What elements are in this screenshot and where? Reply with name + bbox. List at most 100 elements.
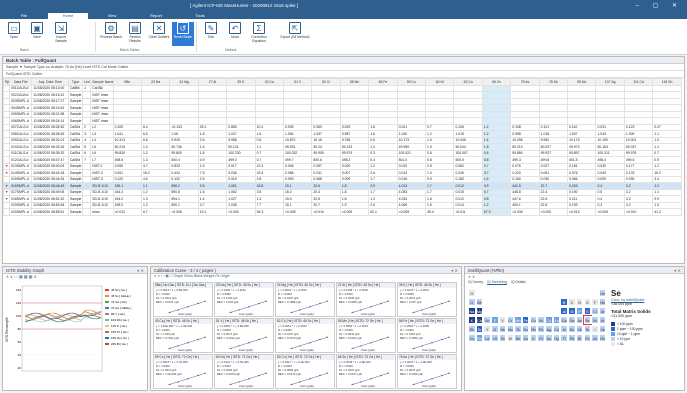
element-cell-ar[interactable]: Ar <box>598 307 607 315</box>
element-cell-sn[interactable]: Sn <box>568 325 576 333</box>
element-cell-at[interactable]: At <box>591 334 599 342</box>
element-cell-ir[interactable]: Ir <box>529 334 538 342</box>
element-cell-la[interactable]: La <box>483 334 491 342</box>
element-cell-p[interactable]: P <box>575 307 584 315</box>
element-cell-he[interactable]: He <box>598 289 607 297</box>
element-cell-hf[interactable]: Hf <box>491 334 499 342</box>
element-cell-na[interactable]: Na <box>468 307 476 315</box>
calibration-curve[interactable]: 59 Co [ He ] ISTD: 72 Ge [ He ] y = 0.051… <box>153 354 213 389</box>
element-cell-ni[interactable]: Ni <box>537 316 545 324</box>
element-cell-al[interactable]: Al <box>560 307 568 315</box>
window-controls[interactable]: – ▢ ✕ <box>636 2 683 9</box>
element-cell-c[interactable]: C <box>568 298 576 306</box>
calibration-curve[interactable]: 75 As [ He ] ISTD: 72 Ge [ He ] y = 0.004… <box>397 354 457 389</box>
element-cell-zr[interactable]: Zr <box>491 325 499 333</box>
element-cell-os[interactable]: Os <box>521 334 530 342</box>
element-cell-ba[interactable]: Ba <box>475 334 484 342</box>
element-cell-pd[interactable]: Pd <box>537 325 545 333</box>
element-cell-mo[interactable]: Mo <box>506 325 515 333</box>
element-cell-ru[interactable]: Ru <box>521 325 530 333</box>
element-cell-hg[interactable]: Hg <box>552 334 561 342</box>
element-cell-nb[interactable]: Nb <box>498 325 507 333</box>
element-cell-te[interactable]: Te <box>583 325 592 333</box>
save-button[interactable]: ▣ Save <box>26 22 48 46</box>
element-cell-cu[interactable]: Cu <box>545 316 553 324</box>
iq-tab-iq-details[interactable]: IQ Details <box>511 280 526 284</box>
calibration-curve[interactable]: 9Be [ No Gas ] ISTD: 6 Li [ No Gas ] y = … <box>153 282 213 317</box>
element-cell-bi[interactable]: Bi <box>575 334 584 342</box>
element-cell-i[interactable]: I <box>591 325 599 333</box>
element-cell-be[interactable]: Be <box>475 298 484 306</box>
element-cell-mn[interactable]: Mn <box>514 316 522 324</box>
element-cell-o[interactable]: O <box>583 298 592 306</box>
calibration-curve[interactable]: 27 Al [ He ] ISTD: 45 Sc [ He ] y = 0.013… <box>336 282 396 317</box>
correction-equation-button[interactable]: Σ Correction Equation <box>248 22 270 46</box>
close-icon[interactable]: ▾ ✕ <box>674 267 681 274</box>
calibration-toolbar[interactable]: ∧ ∨ ‹ › ▦ ⤢ Graph Show Blank Weight Fit … <box>151 274 461 280</box>
element-cell-zn[interactable]: Zn <box>552 316 561 324</box>
element-cell-li[interactable]: Li <box>468 298 476 306</box>
calibration-curve[interactable]: 24 Mg [ He ] ISTD: 45 Sc [ He ] y = 0.009… <box>275 282 335 317</box>
element-cell-ag[interactable]: Ag <box>545 325 553 333</box>
element-cell-as[interactable]: As <box>575 316 584 324</box>
element-cell-rh[interactable]: Rh <box>529 325 538 333</box>
element-cell-ga[interactable]: Ga <box>560 316 568 324</box>
element-cell-ti[interactable]: Ti <box>491 316 499 324</box>
calibration-curve[interactable]: 55 Mn [ He ] ISTD: 72 Ge [ He ] y = 0.055… <box>336 318 396 353</box>
element-cell-k[interactable]: K <box>468 316 476 324</box>
element-cell-pb[interactable]: Pb <box>568 334 576 342</box>
element-cell-cd[interactable]: Cd <box>552 325 561 333</box>
element-cell-f[interactable]: F <box>591 298 599 306</box>
element-cell-co[interactable]: Co <box>529 316 538 324</box>
element-cell-se[interactable]: Se <box>582 315 593 325</box>
element-cell-pt[interactable]: Pt <box>537 334 545 342</box>
element-cell-rb[interactable]: Rb <box>468 325 476 333</box>
iq-tab-iq-screening[interactable]: IQ Screening <box>487 280 507 284</box>
element-cell-rn[interactable]: Rn <box>598 334 607 342</box>
element-cell-h[interactable]: H <box>468 289 476 297</box>
element-cell-ca[interactable]: Ca <box>475 316 484 324</box>
element-cell-au[interactable]: Au <box>545 334 553 342</box>
periodic-table[interactable]: H He Li Be B C N O F Ne Na Mg Al Si P S Cl Ar K Ca Sc Ti V Cr Mn… <box>468 289 608 389</box>
table-row[interactable]: 020SMPL.d 11/08/2020 08:55:51 Sample rinse <… <box>3 208 682 216</box>
istd-toolbar[interactable]: ∧ ∨ ‹ › ▦ ▦ ▦ ✕ <box>3 274 147 280</box>
calibration-curve[interactable]: 39 K [ He ] ISTD: 45 Sc [ He ] y = 0.0233… <box>397 282 457 317</box>
open-button[interactable]: ▭ Open <box>3 22 25 46</box>
close-icon[interactable]: ▾ ✕ <box>137 267 144 274</box>
iq-tabs[interactable]: IQ Survey IQ Screening IQ Details <box>465 280 684 286</box>
batch-filter-bar[interactable]: FullQuant ISTD Outlier <box>3 71 684 78</box>
close-icon[interactable]: ▾ ✕ <box>451 267 458 274</box>
batch-toolbar[interactable]: Sample ▼ Sample Type ◂ ▸ Analyte: 75 As … <box>3 64 684 71</box>
calibration-curve[interactable]: 43 Ca [ He ] ISTD: 45 Sc [ He ] y = 1.62E… <box>153 318 213 353</box>
element-cell-xe[interactable]: Xe <box>598 325 607 333</box>
iq-tab-iq-survey[interactable]: IQ Survey <box>468 280 483 284</box>
calibration-curve[interactable]: 23 Na [ He ] ISTD: 45 Sc [ He ] y = 0.043… <box>214 282 274 317</box>
element-cell-sc[interactable]: Sc <box>483 316 491 324</box>
element-cell-cl[interactable]: Cl <box>591 307 599 315</box>
calibration-curve[interactable]: 56 Fe [ He ] ISTD: 72 Ge [ He ] y = 0.059… <box>397 318 457 353</box>
calibration-curve[interactable]: 51 V [ He ] ISTD: 45 Sc [ He ] y = 0.0269… <box>214 318 274 353</box>
element-cell-mg[interactable]: Mg <box>475 307 484 315</box>
batch-grid[interactable]: RjtData FileAcq. Date-TimeTypeLevelSampl… <box>3 78 682 216</box>
element-cell-ta[interactable]: Ta <box>498 334 507 342</box>
element-cell-in[interactable]: In <box>560 325 568 333</box>
review-results-button[interactable]: ▤ Review Results <box>124 22 146 46</box>
element-cell-fe[interactable]: Fe <box>521 316 530 324</box>
element-cell-sr[interactable]: Sr <box>475 325 484 333</box>
element-cell-re[interactable]: Re <box>514 334 522 342</box>
import-sample-button[interactable]: ⇲ Import Sample <box>50 22 72 46</box>
calibration-curve[interactable]: 60 Ni [ He ] ISTD: 72 Ge [ He ] y = 0.012… <box>214 354 274 389</box>
element-cell-po[interactable]: Po <box>583 334 592 342</box>
element-cell-w[interactable]: W <box>506 334 515 342</box>
element-cell-cr[interactable]: Cr <box>506 316 515 324</box>
clear-outliers-button[interactable]: ✕ Clear Outliers <box>148 22 170 46</box>
element-cell-si[interactable]: Si <box>568 307 576 315</box>
calibration-curve[interactable]: 63 Cu [ He ] ISTD: 72 Ge [ He ] y = 0.031… <box>275 354 335 389</box>
element-cell-s[interactable]: S <box>583 307 592 315</box>
element-cell-n[interactable]: N <box>575 298 584 306</box>
element-cell-kr[interactable]: Kr <box>598 316 607 324</box>
export-im-method--button[interactable]: ⇱ Export (IM Method) <box>275 22 315 46</box>
element-cell-b[interactable]: B <box>560 298 568 306</box>
element-cell-br[interactable]: Br <box>591 316 599 324</box>
edit-button[interactable]: ✎ Edit <box>200 22 222 46</box>
